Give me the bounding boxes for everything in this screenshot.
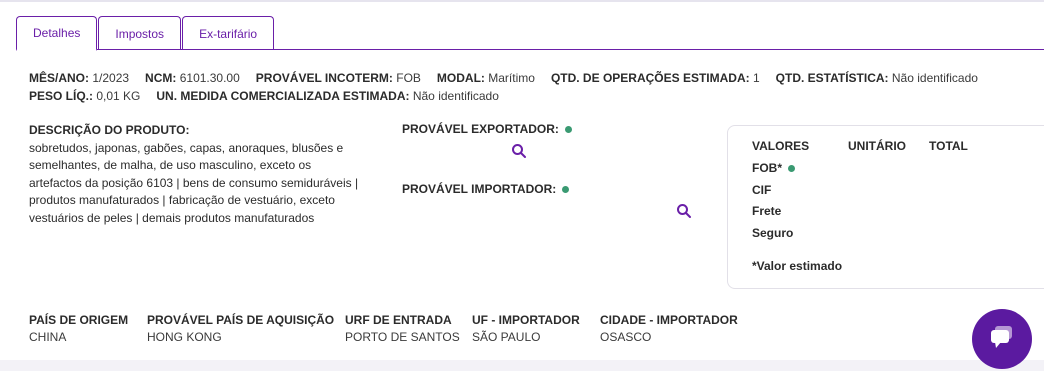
- summary-row-1: MÊS/ANO: 1/2023 NCM: 6101.30.00 PROVÁVEL…: [29, 71, 994, 85]
- tab-ex-tarifario[interactable]: Ex-tarifário: [182, 16, 275, 50]
- chat-icon: [987, 322, 1017, 357]
- ncm: NCM: 6101.30.00: [145, 71, 240, 85]
- qtd-estatistica: QTD. ESTATÍSTICA: Não identificado: [775, 71, 978, 85]
- chat-button[interactable]: [972, 309, 1032, 369]
- col-unitario: UNITÁRIO: [848, 139, 906, 153]
- status-dot: [562, 185, 570, 193]
- tab-label: Impostos: [115, 26, 165, 41]
- row-frete: Frete: [752, 204, 782, 218]
- search-icon[interactable]: [510, 142, 528, 160]
- row-fob: FOB*: [752, 161, 795, 175]
- mes-ano: MÊS/ANO: 1/2023: [29, 71, 130, 85]
- values-card: VALORES UNITÁRIO TOTAL FOB* CIF Frete Se…: [727, 125, 1044, 289]
- incoterm: PROVÁVEL INCOTERM: FOB: [255, 71, 421, 85]
- urf-entrada: URF DE ENTRADA PORTO DE SANTOS: [345, 313, 460, 344]
- importer-label: PROVÁVEL IMPORTADOR:: [402, 182, 570, 196]
- exporter-label: PROVÁVEL EXPORTADOR:: [402, 122, 572, 136]
- top-divider: [0, 0, 1044, 2]
- un-medida: UN. MEDIDA COMERCIALIZADA ESTIMADA: Não …: [156, 89, 499, 103]
- modal: MODAL: Marítimo: [436, 71, 535, 85]
- pais-aquisicao: PROVÁVEL PAÍS DE AQUISIÇÃO HONG KONG: [147, 313, 335, 344]
- uf-importador: UF - IMPORTADOR SÃO PAULO: [472, 313, 580, 344]
- tab-label: Ex-tarifário: [199, 26, 258, 41]
- description-label: DESCRIÇÃO DO PRODUTO:: [29, 123, 190, 137]
- status-dot: [788, 164, 795, 172]
- summary-row-2: PESO LÍQ.: 0,01 KG UN. MEDIDA COMERCIALI…: [29, 89, 515, 103]
- row-seguro: Seguro: [752, 226, 794, 240]
- peso-liquido: PESO LÍQ.: 0,01 KG: [29, 89, 141, 103]
- pais-origem: PAÍS DE ORIGEM CHINA: [29, 313, 129, 344]
- search-icon[interactable]: [675, 202, 693, 220]
- row-cif: CIF: [752, 183, 772, 197]
- description-text: sobretudos, japonas, gabões, capas, anor…: [29, 140, 359, 225]
- status-dot: [564, 125, 572, 133]
- product-description: DESCRIÇÃO DO PRODUTO: sobretudos, japona…: [29, 122, 359, 227]
- estimate-note: *Valor estimado: [752, 259, 843, 273]
- tab-label: Detalhes: [33, 26, 81, 40]
- tab-bar: Detalhes Impostos Ex-tarifário: [16, 16, 275, 51]
- tab-detalhes[interactable]: Detalhes: [16, 16, 98, 51]
- tab-impostos[interactable]: Impostos: [98, 16, 182, 50]
- cidade-importador: CIDADE - IMPORTADOR OSASCO: [600, 313, 738, 344]
- page: Detalhes Impostos Ex-tarifário MÊS/ANO: …: [0, 0, 1044, 360]
- tab-underline: [16, 49, 1044, 50]
- qtd-operacoes: QTD. DE OPERAÇÕES ESTIMADA: 1: [550, 71, 760, 85]
- col-total: TOTAL: [929, 139, 968, 153]
- col-valores: VALORES: [752, 139, 810, 153]
